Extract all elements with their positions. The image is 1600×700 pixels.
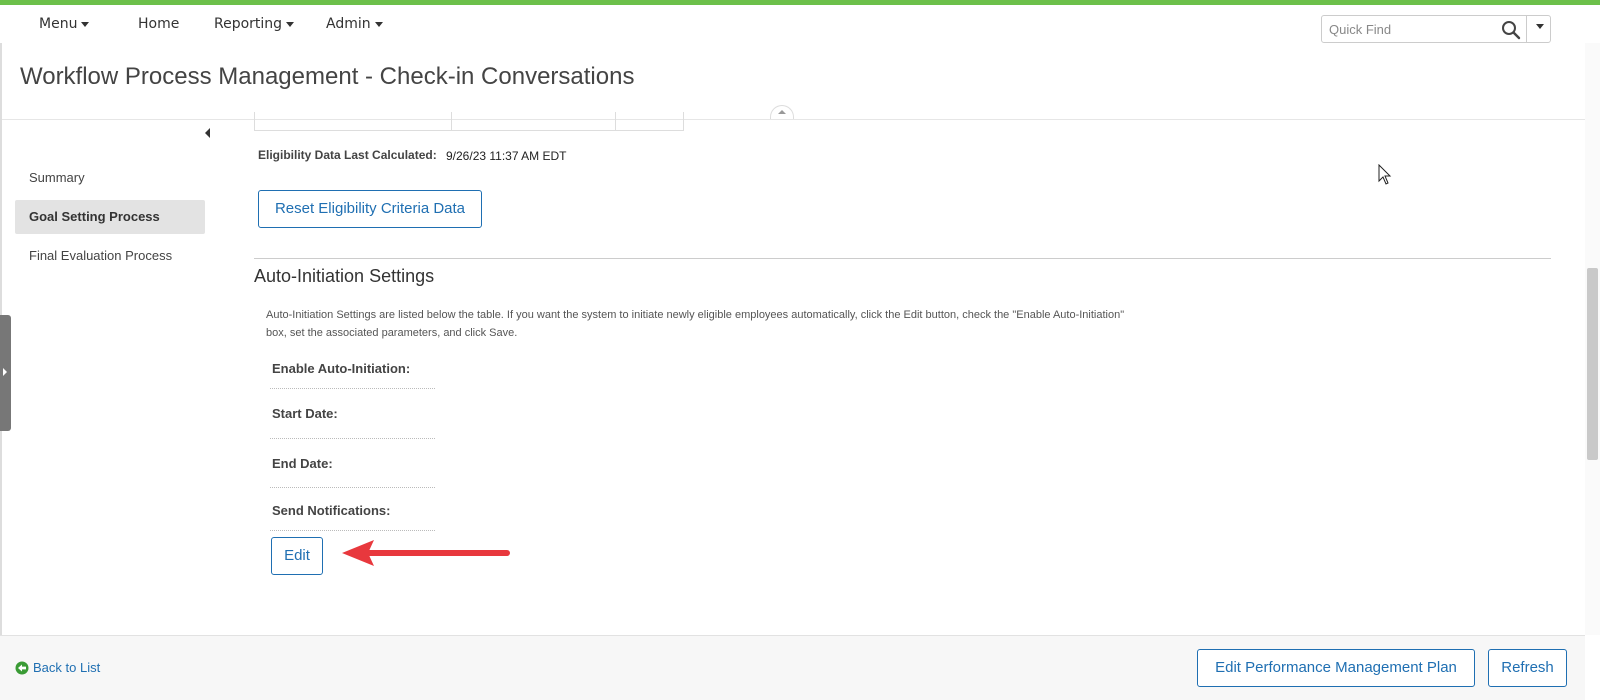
mouse-cursor-icon (1378, 164, 1392, 185)
collapse-sidebar-chevron-left-icon[interactable] (205, 128, 210, 138)
search-icon[interactable] (1500, 20, 1522, 40)
sidebar-item-summary[interactable]: Summary (15, 161, 205, 195)
nav-admin-label: Admin (326, 16, 371, 32)
eligibility-last-calculated-label: Eligibility Data Last Calculated: (258, 148, 437, 162)
auto-initiation-settings-title: Auto-Initiation Settings (254, 266, 435, 286)
nav-reporting-label: Reporting (214, 16, 283, 32)
chevron-down-icon (286, 21, 295, 27)
annotation-arrow-icon (342, 540, 510, 566)
enable-auto-initiation-label: Enable Auto-Initiation: (272, 361, 411, 376)
field-separator (270, 438, 435, 439)
field-separator (270, 487, 435, 488)
quick-find (1321, 15, 1551, 43)
title-bar: Workflow Process Management - Check-in C… (0, 43, 1585, 120)
start-date-label: Start Date: (272, 406, 338, 421)
page-title: Workflow Process Management - Check-in C… (20, 63, 635, 90)
back-to-list-label: Back to List (33, 660, 101, 675)
top-navigation: Menu Home Reporting Admin (0, 5, 1600, 43)
expand-side-panel-tab[interactable] (0, 315, 11, 431)
edit-performance-management-plan-button[interactable]: Edit Performance Management Plan (1197, 649, 1475, 687)
eligibility-table-bottom (254, 112, 684, 131)
reset-eligibility-criteria-button[interactable]: Reset Eligibility Criteria Data (258, 190, 482, 228)
chevron-down-icon (374, 21, 383, 27)
scrollbar-thumb[interactable] (1587, 268, 1598, 460)
eligibility-last-calculated-value: 9/26/23 11:37 AM EDT (446, 149, 567, 163)
sidebar-item-goal-setting-process[interactable]: Goal Setting Process (15, 200, 205, 234)
send-notifications-label: Send Notifications: (272, 503, 391, 518)
field-separator (270, 530, 435, 531)
table-cell-divider (451, 112, 452, 130)
nav-admin[interactable]: Admin (326, 16, 383, 32)
nav-home-label: Home (138, 16, 180, 32)
end-date-label: End Date: (272, 456, 333, 471)
table-cell-divider (615, 112, 616, 130)
nav-home[interactable]: Home (138, 16, 179, 32)
search-divider (1526, 16, 1527, 42)
sidebar-item-final-evaluation-process[interactable]: Final Evaluation Process (15, 239, 205, 273)
footer-bar: Back to List Edit Performance Management… (0, 635, 1585, 700)
nav-menu-label: Menu (39, 16, 78, 32)
search-options-chevron-down-icon[interactable] (1536, 24, 1544, 29)
nav-reporting[interactable]: Reporting (214, 16, 295, 32)
section-divider (254, 258, 1551, 259)
edit-auto-initiation-button[interactable]: Edit (271, 537, 323, 575)
chevron-down-icon (81, 21, 90, 27)
refresh-button[interactable]: Refresh (1488, 649, 1567, 687)
auto-initiation-description: Auto-Initiation Settings are listed belo… (266, 309, 1125, 339)
search-input[interactable] (1322, 16, 1502, 42)
field-separator (270, 388, 435, 389)
nav-menu[interactable]: Menu (39, 16, 90, 32)
back-arrow-icon (15, 661, 29, 675)
